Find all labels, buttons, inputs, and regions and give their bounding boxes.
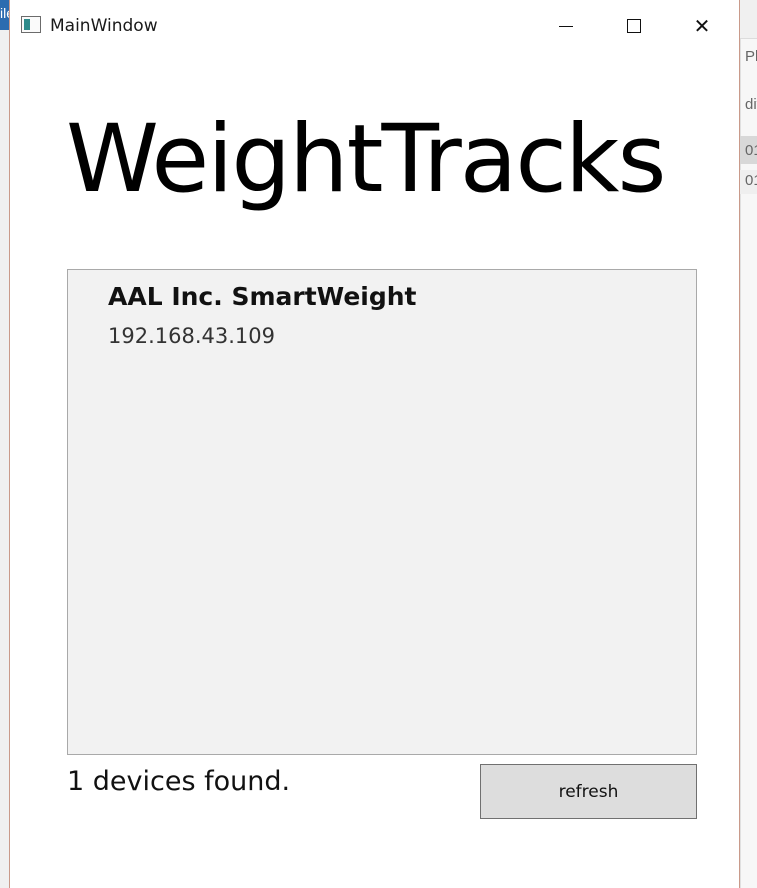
device-list-item[interactable]: AAL Inc. SmartWeight 192.168.43.109	[108, 282, 417, 348]
background-text-4: 017	[745, 172, 757, 189]
main-window: MainWindow ✕ WeightTracks AAL Inc. Smart…	[9, 0, 740, 888]
device-ip-address: 192.168.43.109	[108, 324, 275, 348]
app-window-icon	[21, 16, 41, 33]
close-button[interactable]: ✕	[668, 0, 736, 52]
title-bar[interactable]: MainWindow ✕	[10, 0, 739, 52]
maximize-button[interactable]	[600, 0, 668, 52]
background-text-2: dif	[745, 96, 757, 113]
close-icon: ✕	[693, 14, 711, 38]
background-window-right-toolbar	[740, 0, 757, 39]
minimize-icon	[559, 25, 573, 27]
window-title: MainWindow	[50, 16, 158, 36]
device-name: AAL Inc. SmartWeight	[108, 282, 417, 311]
background-text-3: 017	[745, 142, 757, 159]
background-window-right	[740, 0, 757, 888]
maximize-icon	[627, 19, 641, 33]
devices-found-status: 1 devices found.	[67, 766, 291, 797]
refresh-button[interactable]: refresh	[480, 764, 697, 819]
app-heading: WeightTracks	[66, 105, 666, 214]
device-list[interactable]: AAL Inc. SmartWeight 192.168.43.109	[67, 269, 697, 755]
minimize-button[interactable]	[532, 0, 600, 52]
background-text-1: Pl	[745, 48, 757, 65]
